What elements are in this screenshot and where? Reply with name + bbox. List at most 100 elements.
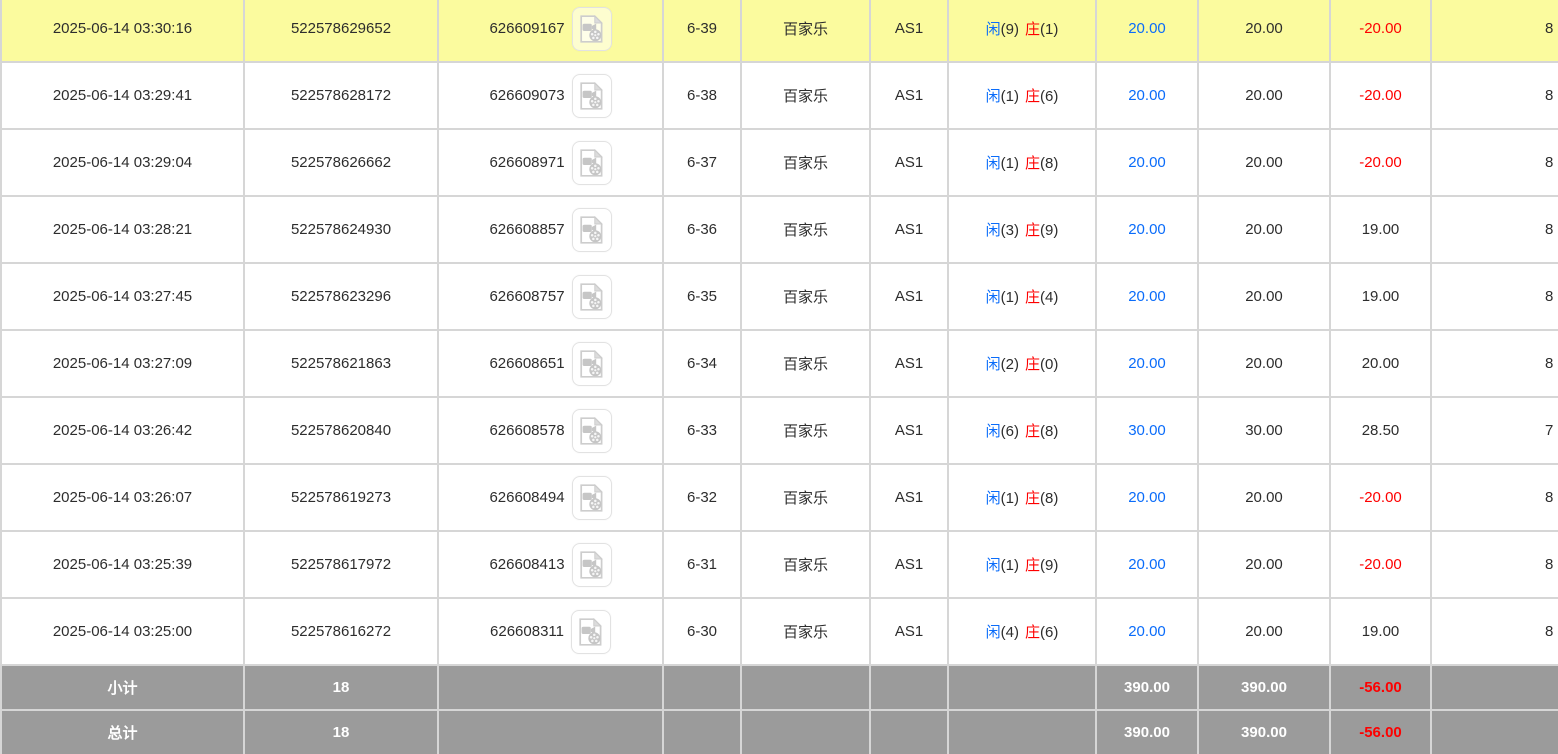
video-replay-button[interactable] — [572, 141, 612, 185]
win-loss: -20.00 — [1359, 556, 1402, 573]
cell-round-id: 626608757 — [438, 263, 663, 330]
banker-label: 庄 — [1025, 624, 1040, 641]
summary-count: 18 — [333, 679, 350, 696]
bet-time: 2025-06-14 03:26:42 — [53, 422, 192, 439]
cell-round-number: 6-37 — [663, 129, 741, 196]
banker-points: (8) — [1040, 490, 1058, 507]
cell-summary-count: 18 — [244, 710, 438, 754]
video-replay-button[interactable] — [572, 409, 612, 453]
cell-bet-amount: 20.00 — [1096, 129, 1198, 196]
table-row[interactable]: 2025-06-14 03:27:45 522578623296 6266087… — [1, 263, 1558, 330]
player-label: 闲 — [986, 356, 1001, 373]
bet-time: 2025-06-14 03:27:09 — [53, 355, 192, 372]
cell-summary-bet-total: 390.00 — [1096, 665, 1198, 710]
table-row[interactable]: 2025-06-14 03:29:04 522578626662 6266089… — [1, 129, 1558, 196]
table-row[interactable]: 2025-06-14 03:25:00 522578616272 6266083… — [1, 598, 1558, 665]
summary-label: 小计 — [107, 680, 137, 697]
video-replay-button[interactable] — [572, 7, 612, 51]
cell-empty — [663, 665, 741, 710]
valid-bet: 20.00 — [1245, 489, 1283, 506]
round-number: 6-31 — [687, 556, 717, 573]
cell-empty — [948, 665, 1096, 710]
clipped-value: 7 — [1545, 422, 1553, 439]
round-number: 6-37 — [687, 154, 717, 171]
video-replay-icon — [579, 484, 604, 512]
cell-clipped-column: 8 — [1431, 62, 1558, 129]
round-id-group: 626608651 — [439, 342, 662, 386]
player-label: 闲 — [986, 624, 1001, 641]
round-number: 6-34 — [687, 355, 717, 372]
table-row[interactable]: 2025-06-14 03:26:07 522578619273 6266084… — [1, 464, 1558, 531]
cell-bet-id: 522578621863 — [244, 330, 438, 397]
table-row[interactable]: 2025-06-14 03:27:09 522578621863 6266086… — [1, 330, 1558, 397]
banker-points: (1) — [1040, 21, 1058, 38]
cell-win-loss: -20.00 — [1330, 531, 1431, 598]
clipped-value: 8 — [1545, 20, 1553, 37]
game-type: 百家乐 — [783, 289, 828, 306]
video-replay-button[interactable] — [572, 275, 612, 319]
cell-valid-bet: 30.00 — [1198, 397, 1330, 464]
round-number: 6-36 — [687, 221, 717, 238]
cell-summary-label: 小计 — [1, 665, 244, 710]
video-replay-button[interactable] — [572, 74, 612, 118]
video-replay-button[interactable] — [572, 476, 612, 520]
player-points: (9) — [1001, 21, 1019, 38]
player-label: 闲 — [986, 222, 1001, 239]
bet-id: 522578628172 — [291, 87, 391, 104]
bet-id: 522578616272 — [291, 623, 391, 640]
cell-bet-amount: 20.00 — [1096, 531, 1198, 598]
bet-id: 522578624930 — [291, 221, 391, 238]
cell-bet-time: 2025-06-14 03:25:00 — [1, 598, 244, 665]
summary-label: 总计 — [107, 725, 137, 742]
cell-round-number: 6-31 — [663, 531, 741, 598]
cell-empty — [1431, 665, 1558, 710]
video-replay-icon — [579, 350, 604, 378]
cell-game-result: 闲(1)庄(6) — [948, 62, 1096, 129]
video-replay-button[interactable] — [571, 610, 611, 654]
video-replay-button[interactable] — [572, 342, 612, 386]
win-loss: -20.00 — [1359, 489, 1402, 506]
table-row[interactable]: 2025-06-14 03:29:41 522578628172 6266090… — [1, 62, 1558, 129]
cell-round-number: 6-38 — [663, 62, 741, 129]
cell-win-loss: 28.50 — [1330, 397, 1431, 464]
win-loss: 20.00 — [1362, 355, 1400, 372]
clipped-value: 8 — [1545, 288, 1553, 305]
banker-label: 庄 — [1025, 222, 1040, 239]
cell-empty — [870, 665, 948, 710]
banker-label: 庄 — [1025, 490, 1040, 507]
cell-empty — [870, 710, 948, 754]
video-replay-button[interactable] — [572, 208, 612, 252]
cell-round-number: 6-35 — [663, 263, 741, 330]
player-points: (1) — [1001, 155, 1019, 172]
cell-summary-valid-total: 390.00 — [1198, 665, 1330, 710]
cell-clipped-column: 8 — [1431, 129, 1558, 196]
table-code: AS1 — [895, 154, 923, 171]
table-row[interactable]: 2025-06-14 03:26:42 522578620840 6266085… — [1, 397, 1558, 464]
cell-bet-amount: 20.00 — [1096, 598, 1198, 665]
player-points: (1) — [1001, 88, 1019, 105]
cell-game-type: 百家乐 — [741, 62, 870, 129]
table-code: AS1 — [895, 288, 923, 305]
cell-win-loss: -20.00 — [1330, 129, 1431, 196]
cell-valid-bet: 20.00 — [1198, 196, 1330, 263]
player-label: 闲 — [986, 88, 1001, 105]
cell-table-code: AS1 — [870, 598, 948, 665]
bet-amount: 20.00 — [1128, 154, 1166, 171]
cell-win-loss: -20.00 — [1330, 62, 1431, 129]
cell-clipped-column: 8 — [1431, 196, 1558, 263]
table-row[interactable]: 2025-06-14 03:25:39 522578617972 6266084… — [1, 531, 1558, 598]
table-row[interactable]: 2025-06-14 03:28:21 522578624930 6266088… — [1, 196, 1558, 263]
table-row[interactable]: 2025-06-14 03:30:16 522578629652 6266091… — [1, 0, 1558, 62]
summary-row: 总计 18 390.00 390.00 -56.00 — [1, 710, 1558, 754]
round-id-group: 626608413 — [439, 543, 662, 587]
valid-bet: 20.00 — [1245, 623, 1283, 640]
video-replay-icon — [579, 417, 604, 445]
cell-win-loss: 19.00 — [1330, 598, 1431, 665]
video-replay-button[interactable] — [572, 543, 612, 587]
cell-bet-amount: 20.00 — [1096, 263, 1198, 330]
cell-round-id: 626609073 — [438, 62, 663, 129]
cell-clipped-column: 8 — [1431, 0, 1558, 62]
bet-amount: 20.00 — [1128, 355, 1166, 372]
player-label: 闲 — [986, 21, 1001, 38]
cell-round-id: 626608971 — [438, 129, 663, 196]
